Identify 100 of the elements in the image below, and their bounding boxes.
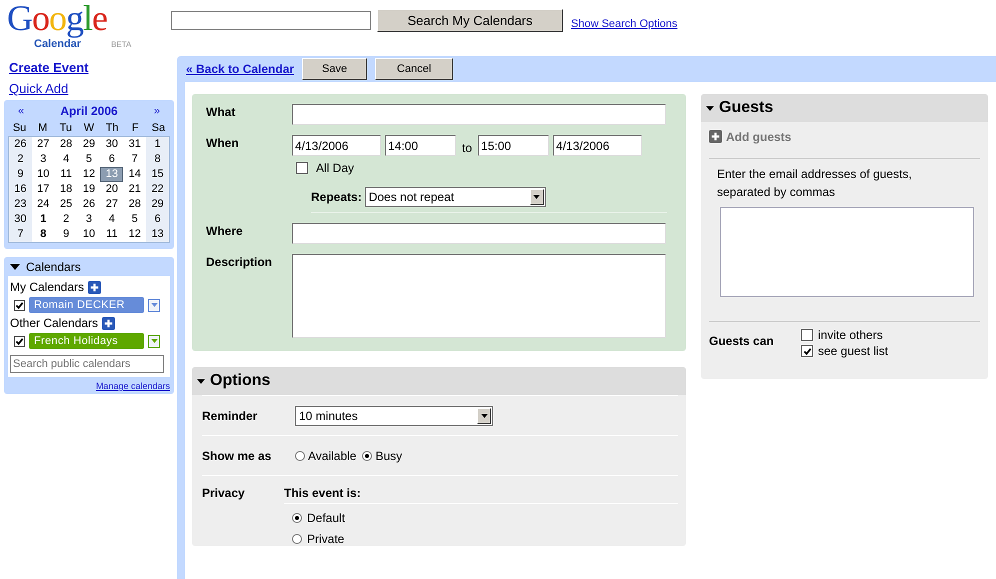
calendar-day[interactable]: 28 (54, 137, 78, 152)
cancel-button[interactable]: Cancel (375, 58, 454, 80)
calendar-day[interactable]: 14 (123, 167, 146, 182)
collapse-triangle-icon[interactable] (706, 106, 714, 110)
calendar-day[interactable]: 26 (9, 137, 32, 152)
calendar-day[interactable]: 25 (54, 197, 78, 212)
logo-wordmark: Google (7, 0, 107, 38)
save-button[interactable]: Save (302, 58, 368, 80)
what-field[interactable] (292, 104, 666, 125)
calendar-day[interactable]: 3 (32, 152, 55, 167)
checkbox[interactable] (14, 336, 25, 346)
calendar-day[interactable]: 12 (123, 227, 146, 242)
checkbox[interactable] (801, 345, 813, 357)
dropdown-arrow-button[interactable] (530, 189, 544, 205)
add-icon[interactable] (709, 130, 722, 143)
next-month-button[interactable]: » (154, 105, 160, 117)
calendar-day[interactable]: 9 (54, 227, 78, 242)
guests-instructions: Enter the email addresses of guests, separated by commas (716, 166, 913, 201)
calendar-day[interactable]: 3 (78, 212, 100, 227)
radio-button[interactable] (292, 513, 302, 523)
guests-title: Guests (719, 99, 774, 117)
calendar-day[interactable]: 28 (123, 197, 146, 212)
previous-month-button[interactable]: « (18, 105, 24, 117)
calendar-day[interactable]: 16 (9, 182, 32, 197)
calendar-day[interactable]: 10 (32, 167, 55, 182)
weekday-label: Tu (58, 121, 74, 136)
calendar-day[interactable]: 2 (9, 152, 32, 167)
reminder-label: Reminder (202, 408, 258, 422)
calendar-day[interactable]: 15 (146, 167, 169, 182)
add-calendar-icon[interactable] (88, 280, 102, 294)
calendar-day[interactable]: 30 (100, 137, 124, 152)
end-time-field[interactable]: 15:00 (478, 135, 550, 156)
calendar-day[interactable]: 1 (32, 212, 55, 227)
radio-button[interactable] (292, 534, 302, 544)
calendar-day[interactable]: 31 (123, 137, 146, 152)
calendar-day[interactable]: 17 (32, 182, 55, 197)
add-calendar-icon[interactable] (102, 316, 116, 330)
calendar-day[interactable]: 4 (100, 212, 124, 227)
where-field[interactable] (292, 223, 666, 244)
calendar-day[interactable]: 9 (9, 167, 32, 182)
back-to-calendar-link[interactable]: « Back to Calendar (186, 62, 294, 76)
calendar-day[interactable]: 22 (146, 182, 169, 197)
calendar-day[interactable]: 7 (9, 227, 32, 242)
repeats-dropdown[interactable]: Does not repeat (364, 187, 546, 207)
calendar-day[interactable]: 24 (32, 197, 55, 212)
search-options-link[interactable]: Show Search Options (571, 18, 678, 30)
calendar-day[interactable]: 6 (146, 212, 169, 227)
collapse-triangle-icon[interactable] (10, 264, 20, 270)
calendar-day[interactable]: 5 (78, 152, 100, 167)
calendar-day[interactable]: 23 (9, 197, 32, 212)
permission-label: see guest list (818, 344, 888, 358)
calendar-day[interactable]: 7 (123, 152, 146, 167)
calendar-day[interactable]: 1 (146, 137, 169, 152)
calendar-day[interactable]: 27 (100, 197, 124, 212)
start-date-field[interactable]: 4/13/2006 (292, 135, 381, 156)
add-guests-link[interactable]: Add guests (726, 130, 792, 144)
calendar-day[interactable]: 29 (146, 197, 169, 212)
calendar-day[interactable]: 30 (9, 212, 32, 227)
description-field[interactable] (292, 254, 666, 338)
calendar-day[interactable]: 13 (146, 227, 169, 242)
caret-icon (480, 414, 488, 418)
privacy-heading: This event is: (284, 486, 678, 504)
calendar-day[interactable]: 29 (78, 137, 100, 152)
calendar-day[interactable]: 26 (78, 197, 100, 212)
all-day-label: All Day (316, 161, 354, 175)
calendar-day[interactable]: 10 (78, 227, 100, 242)
calendar-day[interactable]: 6 (100, 152, 124, 167)
calendar-day[interactable]: 12 (78, 167, 100, 182)
start-time-field[interactable]: 14:00 (385, 135, 456, 156)
calendar-day[interactable]: 11 (54, 167, 78, 182)
calendar-day[interactable]: 5 (123, 212, 146, 227)
calendar-day[interactable]: 4 (54, 152, 78, 167)
dropdown-arrow-button[interactable] (477, 408, 491, 424)
calendar-day[interactable]: 21 (123, 182, 146, 197)
calendar-day[interactable]: 8 (146, 152, 169, 167)
calendar-day[interactable]: 11 (100, 227, 124, 242)
radio-button[interactable] (295, 450, 305, 460)
radio-button[interactable] (362, 450, 372, 460)
manage-calendars-link[interactable]: Manage calendars (96, 381, 170, 391)
calendar-day[interactable]: 27 (32, 137, 55, 152)
month-title: April 2006 (60, 104, 118, 118)
calendar-day[interactable]: 8 (32, 227, 55, 242)
collapse-triangle-icon[interactable] (197, 378, 205, 384)
calendar-day[interactable]: 18 (54, 182, 78, 197)
search-button[interactable]: Search My Calendars (377, 9, 563, 32)
search-public-calendars-field[interactable]: Search public calendars (10, 355, 164, 373)
quick-add-link[interactable]: Quick Add (9, 81, 68, 96)
calendar-day[interactable]: 19 (78, 182, 100, 197)
weekday-label: M (37, 121, 48, 136)
calendar-day[interactable]: 20 (100, 182, 124, 197)
guests-email-field[interactable] (720, 207, 974, 297)
end-date-field[interactable]: 4/13/2006 (553, 135, 642, 156)
all-day-checkbox[interactable] (296, 162, 308, 174)
checkbox[interactable] (801, 329, 813, 341)
create-event-link[interactable]: Create Event (9, 60, 88, 75)
radio-label: Available (308, 448, 356, 462)
checkbox[interactable] (14, 300, 25, 310)
reminder-dropdown[interactable]: 10 minutes (295, 406, 493, 426)
search-field[interactable] (171, 11, 371, 30)
calendar-day[interactable]: 2 (54, 212, 78, 227)
